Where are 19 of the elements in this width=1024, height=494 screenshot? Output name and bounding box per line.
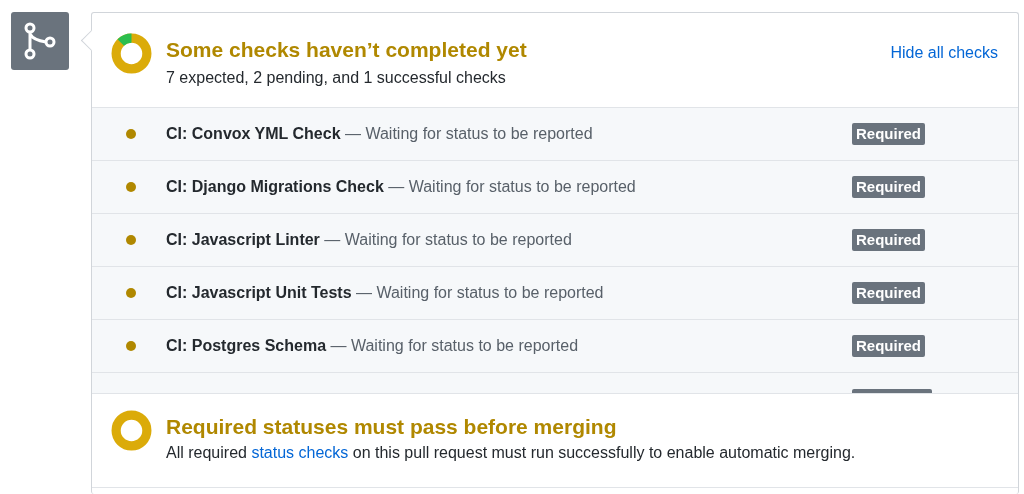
progress-donut-icon [111,33,152,74]
required-label: Required [852,123,925,145]
status-checks-link[interactable]: status checks [251,444,349,461]
required-label: Required [852,176,925,198]
hide-checks-link[interactable]: Hide all checks [890,44,998,62]
check-label: CI: Convox YML Check — Waiting for status to be reported [166,125,594,143]
check-label: CI: Django Migrations Check — Waiting for status to be reported [166,178,637,196]
check-label: CI: Javascript Linter — Waiting for status to be reported [166,231,573,249]
checks-title: Some checks haven’t completed yet [166,37,528,63]
pending-ring-icon [111,410,152,451]
branch-merge-icon [23,22,57,60]
required-label: Required [852,229,925,251]
merge-title: Required statuses must pass before merging [166,414,618,440]
merge-message: All required status checks on this pull request must run successfully to enable automatic merging. [166,443,857,463]
check-label: CI: Postgres Schema — Waiting for status to be reported [166,337,580,355]
checks-summary: 7 expected, 2 pending, and 1 successful checks [166,68,507,88]
required-label: Required [852,335,925,357]
check-label: CI: Javascript Unit Tests — Waiting for status to be reported [166,284,605,302]
required-label: Required [852,282,925,304]
